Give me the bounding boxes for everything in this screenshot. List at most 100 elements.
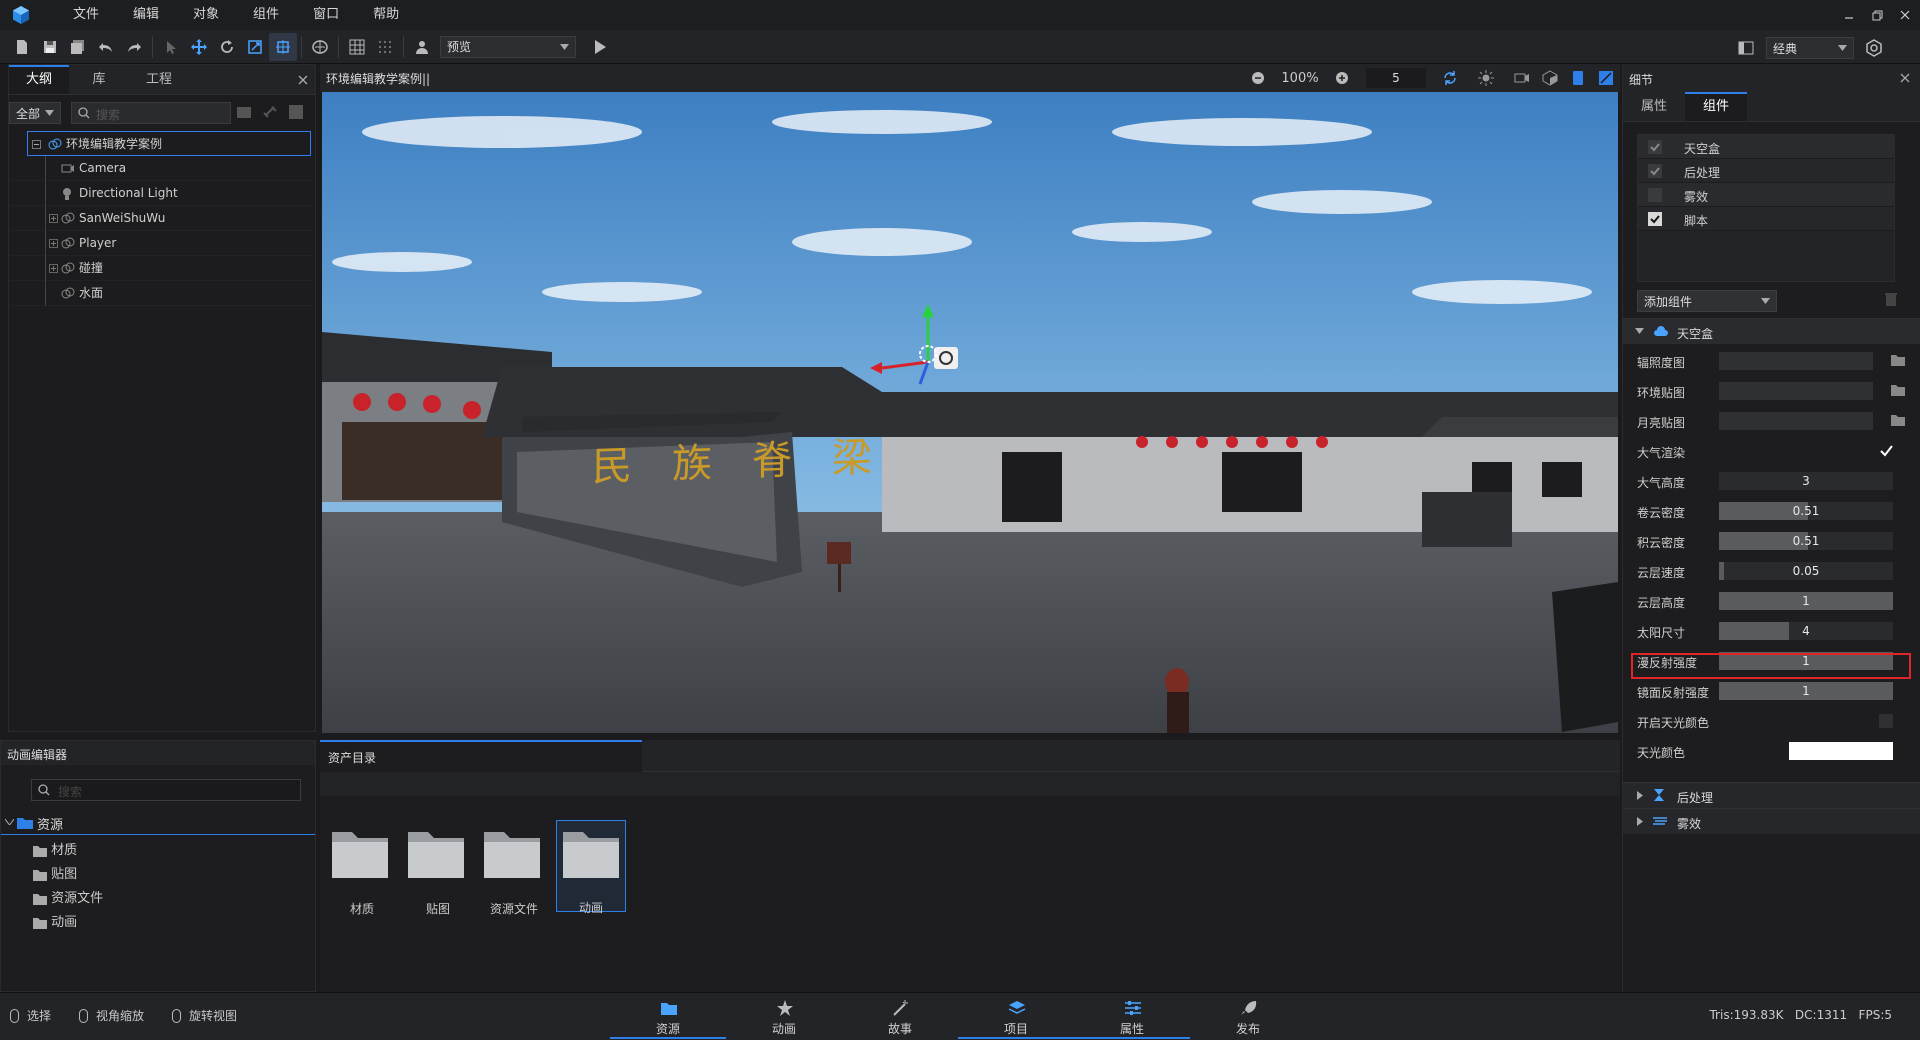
character-icon[interactable] — [408, 33, 436, 61]
play-icon[interactable] — [586, 33, 614, 61]
component-checkbox[interactable] — [1648, 164, 1662, 178]
tree-item-sanweishuwu[interactable]: SanWeiShuWu — [9, 206, 315, 231]
zoom-in-icon[interactable] — [1328, 64, 1356, 92]
nav-project[interactable]: 项目 — [958, 993, 1074, 1039]
slider-field[interactable]: 1 — [1719, 592, 1893, 610]
save-icon[interactable] — [36, 33, 64, 61]
tree-item-textures[interactable]: 贴图 — [33, 863, 77, 882]
expand-toggle-icon[interactable] — [49, 264, 58, 273]
animation-search-input[interactable]: 搜索 — [31, 779, 301, 801]
new-file-icon[interactable] — [8, 33, 36, 61]
browse-folder-icon[interactable] — [1891, 384, 1905, 396]
nav-properties[interactable]: 属性 — [1074, 993, 1190, 1039]
mobile-preview-icon[interactable] — [1564, 64, 1592, 92]
browse-folder-icon[interactable] — [1891, 414, 1905, 426]
nav-resources[interactable]: 资源 — [610, 993, 726, 1039]
player-character[interactable] — [1165, 668, 1189, 733]
menu-help[interactable]: 帮助 — [356, 0, 416, 30]
rotate-tool-icon[interactable] — [213, 33, 241, 61]
rotate-view-toggle[interactable]: 旋转视图 — [172, 1007, 237, 1024]
add-folder-icon[interactable] — [237, 105, 253, 119]
transform-tool-icon[interactable] — [269, 32, 297, 61]
close-panel-icon[interactable] — [1900, 73, 1910, 83]
tab-components[interactable]: 组件 — [1685, 92, 1747, 121]
slider-field[interactable]: 4 — [1719, 622, 1893, 640]
grid-icon[interactable] — [343, 33, 371, 61]
tab-project[interactable]: 工程 — [129, 65, 189, 94]
asset-folder-textures[interactable]: 贴图 — [406, 824, 470, 916]
close-panel-icon[interactable] — [291, 65, 315, 94]
filter-dropdown[interactable]: 全部 — [9, 102, 61, 124]
undo-icon[interactable] — [92, 33, 120, 61]
tree-item-directional-light[interactable]: Directional Light — [9, 181, 315, 206]
tree-root-resources[interactable]: 资源 — [1, 811, 315, 835]
slider-field[interactable]: 0.51 — [1719, 502, 1893, 520]
slider-field[interactable]: 1 — [1719, 682, 1893, 700]
section-postprocess-header[interactable]: 后处理 — [1623, 782, 1920, 808]
camera-view-icon[interactable] — [1508, 64, 1536, 92]
expand-toggle-icon[interactable] — [49, 239, 58, 248]
expand-toggle-icon[interactable] — [49, 214, 58, 223]
color-swatch[interactable] — [1789, 742, 1893, 760]
select-mode-toggle[interactable]: 选择 — [10, 1007, 51, 1024]
property-checkbox[interactable] — [1879, 714, 1893, 728]
minimize-icon[interactable] — [1842, 8, 1856, 22]
tree-item-animations[interactable]: 动画 — [33, 911, 77, 930]
redo-icon[interactable] — [120, 33, 148, 61]
scene-render[interactable]: 民族脊梁 — [322, 92, 1618, 733]
component-row[interactable]: 脚本 — [1638, 207, 1894, 231]
nav-publish[interactable]: 发布 — [1190, 993, 1306, 1039]
tab-properties[interactable]: 属性 — [1623, 92, 1685, 121]
sun-light-icon[interactable] — [1472, 64, 1500, 92]
browse-folder-icon[interactable] — [1891, 354, 1905, 366]
select-tool-icon[interactable] — [157, 33, 185, 61]
scene-viewport[interactable]: 民族脊梁 — [322, 92, 1618, 733]
section-skybox-header[interactable]: 天空盒 — [1623, 318, 1920, 344]
component-row[interactable]: 雾效 — [1638, 183, 1894, 207]
zoom-view-toggle[interactable]: 视角缩放 — [79, 1007, 144, 1024]
tree-item-camera[interactable]: Camera — [9, 156, 315, 181]
close-icon[interactable] — [1898, 8, 1912, 22]
nav-animation[interactable]: 动画 — [726, 993, 842, 1039]
preview-dropdown[interactable]: 预览 — [440, 35, 576, 58]
component-checkbox[interactable] — [1648, 140, 1662, 154]
refresh-icon[interactable] — [1436, 64, 1464, 92]
tree-item-resource-files[interactable]: 资源文件 — [33, 887, 103, 906]
tab-outline[interactable]: 大纲 — [9, 65, 69, 94]
add-component-dropdown[interactable]: 添加组件 — [1637, 290, 1777, 312]
slider-field[interactable]: 0.51 — [1719, 532, 1893, 550]
nav-story[interactable]: 故事 — [842, 993, 958, 1039]
menu-file[interactable]: 文件 — [56, 0, 116, 30]
save-all-icon[interactable] — [64, 33, 92, 61]
tree-item-root[interactable]: 环境编辑教学案例 — [27, 131, 311, 156]
tab-asset-directory[interactable]: 资产目录 — [320, 740, 642, 772]
cube-view-icon[interactable] — [1536, 64, 1564, 92]
asset-folder-resource-files[interactable]: 资源文件 — [482, 824, 546, 916]
delete-trash-icon[interactable] — [1885, 292, 1897, 306]
scale-tool-icon[interactable] — [241, 33, 269, 61]
tree-item-player[interactable]: Player — [9, 231, 315, 256]
link-icon[interactable] — [263, 105, 279, 119]
menu-window[interactable]: 窗口 — [296, 0, 356, 30]
zoom-out-icon[interactable] — [1244, 64, 1272, 92]
component-checkbox[interactable] — [1648, 188, 1662, 202]
tree-item-collision[interactable]: 碰撞 — [9, 256, 315, 281]
move-tool-icon[interactable] — [185, 33, 213, 61]
layout-dropdown[interactable]: 经典 — [1766, 37, 1854, 59]
tree-item-materials[interactable]: 材质 — [33, 839, 77, 858]
menu-object[interactable]: 对象 — [176, 0, 236, 30]
tab-library[interactable]: 库 — [69, 65, 129, 94]
settings-gear-icon[interactable] — [1860, 34, 1888, 62]
aspect-ratio-icon[interactable] — [1592, 64, 1620, 92]
component-row[interactable]: 天空盒 — [1638, 135, 1894, 159]
restore-icon[interactable] — [1870, 8, 1884, 22]
camera-speed-input[interactable]: 5 — [1366, 68, 1426, 88]
section-fog-header[interactable]: 雾效 — [1623, 808, 1920, 834]
texture-field[interactable] — [1719, 412, 1873, 430]
asset-folder-animations[interactable]: 动画 — [556, 820, 626, 915]
dot-grid-icon[interactable] — [371, 33, 399, 61]
panel-layout-icon[interactable] — [1732, 34, 1760, 62]
texture-field[interactable] — [1719, 352, 1873, 370]
property-checkbox[interactable] — [1879, 444, 1893, 458]
component-checkbox[interactable] — [1648, 212, 1662, 226]
